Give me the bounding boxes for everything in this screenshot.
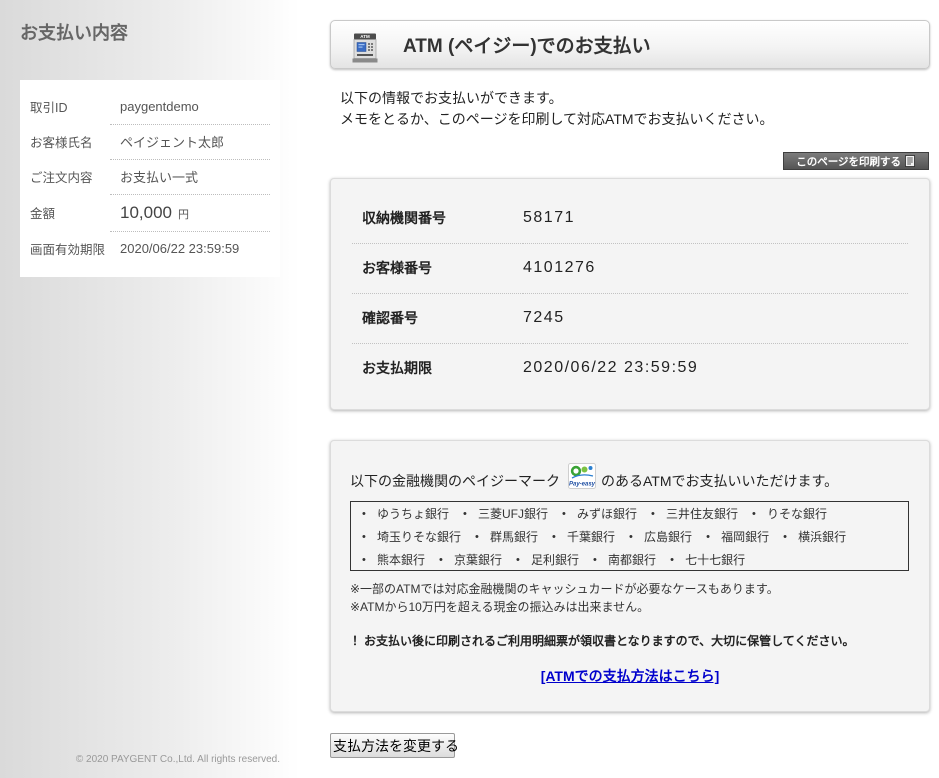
atm-icon: ATM xyxy=(352,33,378,63)
payment-info-label: お客様番号 xyxy=(352,243,523,294)
amount-value: 10,000 xyxy=(120,202,172,222)
summary-label: お客様氏名 xyxy=(30,136,93,150)
payment-info-label: お支払期限 xyxy=(362,360,432,377)
bank-item: 千葉銀行 xyxy=(552,526,615,549)
bank-item: 足利銀行 xyxy=(516,549,579,570)
bank-item: 広島銀行 xyxy=(629,526,692,549)
summary-value: 10,000 円 xyxy=(110,194,270,232)
bank-list-row: 埼玉りそな銀行群馬銀行千葉銀行広島銀行福岡銀行横浜銀行 xyxy=(362,526,908,549)
amount-unit: 円 xyxy=(178,208,189,221)
intro-line: 以下の情報でお支払いができます。 xyxy=(340,90,563,106)
pay-easy-logo-label: Pay-easy xyxy=(569,482,596,488)
bank-item: ゆうちょ銀行 xyxy=(362,503,449,526)
payment-info-value: 4101276 xyxy=(523,243,908,294)
summary-value: お支払い一式 xyxy=(110,159,270,195)
summary-label: 画面有効期限 xyxy=(30,243,106,257)
bank-item: 南都銀行 xyxy=(593,549,656,570)
payment-info-value: 7245 xyxy=(523,293,908,344)
bank-item: りそな銀行 xyxy=(752,503,827,526)
important-note: ！お支払い後に印刷されるご利用明細票が領収書となりますので、大切に保管してくださ… xyxy=(352,634,855,648)
summary-row-amount: 金額 10,000 円 xyxy=(30,194,270,232)
page-header: ATM ATM (ペイジー)でのお支払い xyxy=(330,20,930,69)
payment-info-row-confirmation-number: 確認番号 7245 xyxy=(352,293,908,344)
bank-item: 群馬銀行 xyxy=(475,526,538,549)
page-title: ATM (ペイジー)でのお支払い xyxy=(403,36,651,57)
payment-info-row-customer-number: お客様番号 4101276 xyxy=(352,243,908,294)
order-summary-table: 取引ID paygentdemo お客様氏名 ペイジェント太郎 ご注文内容 お支… xyxy=(30,89,270,266)
summary-label: 金額 xyxy=(30,207,56,221)
note-line: ※ATMから10万円を超える現金の振込みは出来ません。 xyxy=(350,600,650,614)
bank-list-row: ゆうちょ銀行三菱UFJ銀行みずほ銀行三井住友銀行りそな銀行 xyxy=(362,503,908,526)
pay-easy-logo-icon: Pay-easy xyxy=(568,463,596,489)
help-link-container: [ATMでの支払方法はこちら] xyxy=(331,666,929,687)
summary-value: 2020/06/22 23:59:59 xyxy=(120,241,240,257)
bank-item: みずほ銀行 xyxy=(562,503,637,526)
document-icon xyxy=(905,155,915,167)
bank-item: 七十七銀行 xyxy=(670,549,745,570)
summary-value: paygentdemo xyxy=(110,89,270,125)
bank-item: 京葉銀行 xyxy=(439,549,502,570)
summary-value: ペイジェント太郎 xyxy=(110,124,270,160)
payment-info-table: 収納機関番号 58171 お客様番号 4101276 確認番号 7245 お支払… xyxy=(352,193,908,393)
order-summary: 取引ID paygentdemo お客様氏名 ペイジェント太郎 ご注文内容 お支… xyxy=(20,80,280,277)
summary-row-order-contents: ご注文内容 お支払い一式 xyxy=(30,159,270,195)
payment-info-row-institution-number: 収納機関番号 58171 xyxy=(352,193,908,244)
summary-row-transaction-id: 取引ID paygentdemo xyxy=(30,89,270,125)
payment-info-label: 確認番号 xyxy=(352,293,523,344)
print-page-label: このページを印刷する xyxy=(796,155,901,168)
bank-item: 横浜銀行 xyxy=(783,526,846,549)
payment-info-value: 58171 xyxy=(523,193,908,244)
bank-list-row: 熊本銀行京葉銀行足利銀行南都銀行七十七銀行 xyxy=(362,549,908,570)
banks-intro: 以下の金融機関のペイジーマーク Pay-easy のあるATMでお支払いいただけ… xyxy=(350,463,838,490)
summary-row-expiry: 画面有効期限 2020/06/22 23:59:59 xyxy=(30,231,270,266)
note-line: ※一部のATMでは対応金融機関のキャッシュカードが必要なケースもあります。 xyxy=(350,582,779,596)
bank-list: ゆうちょ銀行三菱UFJ銀行みずほ銀行三井住友銀行りそな銀行 埼玉りそな銀行群馬銀… xyxy=(350,501,909,571)
bank-item: 熊本銀行 xyxy=(362,549,425,570)
atm-payment-help-link[interactable]: [ATMでの支払方法はこちら] xyxy=(541,668,720,684)
banks-intro-before: 以下の金融機関のペイジーマーク xyxy=(350,473,560,489)
bank-item: 福岡銀行 xyxy=(706,526,769,549)
bank-item: 三菱UFJ銀行 xyxy=(463,503,548,526)
intro-line: メモをとるか、このページを印刷して対応ATMでお支払いください。 xyxy=(340,111,774,127)
copyright: © 2020 PAYGENT Co.,Ltd. All rights reser… xyxy=(75,754,280,765)
summary-row-customer-name: お客様氏名 ペイジェント太郎 xyxy=(30,124,270,160)
bank-item: 三井住友銀行 xyxy=(651,503,738,526)
intro-text: 以下の情報でお支払いができます。 メモをとるか、このページを印刷して対応ATMで… xyxy=(340,88,774,130)
change-payment-method-button[interactable]: 支払方法を変更する xyxy=(330,733,459,758)
bank-item: 埼玉りそな銀行 xyxy=(362,526,461,549)
payment-info-panel: 収納機関番号 58171 お客様番号 4101276 確認番号 7245 お支払… xyxy=(330,178,930,410)
payment-info-value: 2020/06/22 23:59:59 xyxy=(523,359,699,377)
summary-label: 取引ID xyxy=(30,101,68,115)
banks-intro-after: のあるATMでお支払いいただけます。 xyxy=(601,473,839,489)
sidebar: お支払い内容 取引ID paygentdemo お客様氏名 ペイジェント太郎 ご… xyxy=(0,0,300,778)
print-page-button[interactable]: このページを印刷する xyxy=(783,152,929,170)
payment-info-row-deadline: お支払期限 2020/06/22 23:59:59 xyxy=(352,343,908,393)
notes: ※一部のATMでは対応金融機関のキャッシュカードが必要なケースもあります。 ※A… xyxy=(350,580,779,616)
atm-icon-label: ATM xyxy=(360,34,370,39)
sidebar-title: お支払い内容 xyxy=(20,23,128,43)
supported-banks-panel: 以下の金融機関のペイジーマーク Pay-easy のあるATMでお支払いいただけ… xyxy=(330,440,930,712)
summary-label: ご注文内容 xyxy=(30,171,93,185)
payment-info-label: 収納機関番号 xyxy=(352,193,523,244)
